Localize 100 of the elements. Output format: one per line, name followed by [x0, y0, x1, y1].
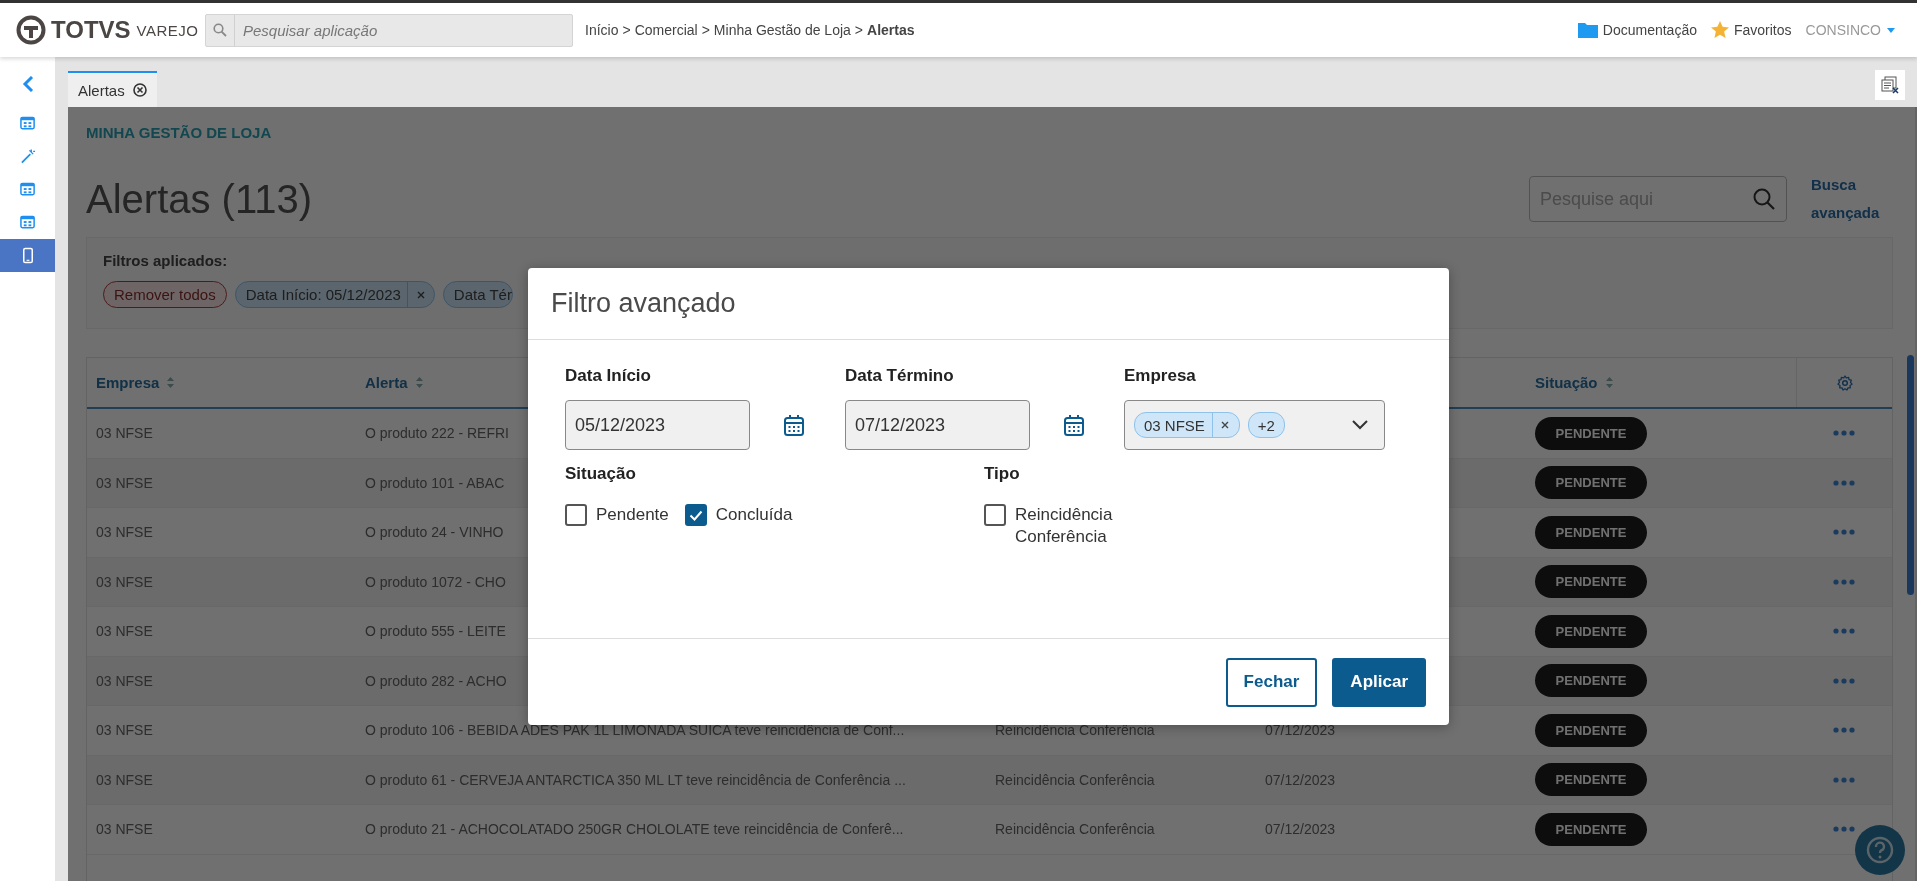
status-badge: PENDENTE [1535, 614, 1647, 648]
checkbox[interactable] [984, 504, 1006, 526]
field-label: Data Término [845, 366, 955, 387]
chevron-down-icon[interactable] [1352, 420, 1368, 430]
table-icon [19, 181, 36, 198]
wand-icon [19, 148, 36, 165]
checkbox-label: Pendente [596, 504, 669, 526]
field-label: Empresa [1124, 366, 1197, 387]
close-tabs-button[interactable] [1875, 70, 1905, 100]
folder-icon [1577, 22, 1598, 38]
field-label: Situação [565, 464, 637, 485]
search-icon[interactable] [1753, 188, 1775, 210]
selected-chip[interactable]: 03 NFSE [1134, 412, 1240, 438]
more-icon[interactable] [1833, 727, 1855, 734]
select-field[interactable]: 03 NFSE +2 [1124, 400, 1385, 450]
more-icon[interactable] [1833, 826, 1855, 833]
logo-icon [16, 15, 46, 45]
sidebar-item[interactable] [0, 239, 55, 272]
checkbox[interactable] [565, 504, 587, 526]
sort-icon[interactable] [415, 377, 423, 388]
table-cell: Reincidência Conferência [995, 821, 1155, 838]
table-cell: O produto 61 - CERVEJA ANTARCTICA 350 ML LT teve reincidência de Conferência ... [365, 771, 906, 788]
table-cell: 07/12/2023 [1265, 722, 1336, 739]
star-icon [1710, 21, 1729, 39]
section-heading: MINHA GESTÃO DE LOJA [86, 124, 273, 141]
windows-close-icon[interactable] [1881, 76, 1899, 94]
table-cell: O produto 106 - BEBIDA ADES PAK 1L LIMONADA SUICA teve reincidência de Conf... [365, 722, 905, 739]
table-cell: O produto 24 - VINHO [365, 524, 504, 541]
filters-label: Filtros aplicados: [103, 252, 229, 269]
page-title: Alertas (113) [86, 176, 313, 222]
more-icon[interactable] [1833, 430, 1855, 437]
sort-icon[interactable] [167, 377, 175, 388]
header-link[interactable]: Favoritos [1733, 22, 1792, 38]
check-icon [688, 509, 703, 521]
status-badge: PENDENTE [1535, 763, 1647, 797]
more-icon[interactable] [1833, 578, 1855, 585]
settings-icon[interactable] [1836, 374, 1853, 391]
field-label: Data Início [565, 366, 652, 387]
table-cell: 03 NFSE [96, 425, 153, 442]
table-cell: 07/12/2023 [1265, 821, 1336, 838]
sort-icon[interactable] [1605, 377, 1613, 388]
close-icon[interactable] [1219, 420, 1230, 430]
breadcrumb-separator: > [854, 22, 864, 38]
logo-text: TOTVS [51, 16, 131, 44]
status-badge: PENDENTE [1535, 515, 1647, 549]
breadcrumb-item[interactable]: Minha Gestão de Loja [713, 22, 851, 38]
date-field[interactable]: 05/12/2023 [565, 400, 750, 450]
header-link[interactable]: Documentação [1602, 22, 1697, 38]
breadcrumb-item[interactable]: Início [585, 22, 619, 38]
checkbox-label: Reincidência Conferência [1015, 504, 1114, 548]
chevron-left-icon[interactable] [21, 75, 34, 92]
checkbox[interactable] [684, 504, 707, 526]
search-icon [213, 23, 227, 37]
scrollbar-thumb[interactable] [1907, 355, 1914, 595]
table-cell: O produto 1072 - CHO [365, 573, 506, 590]
tab[interactable]: Alertas [68, 71, 157, 107]
table-icon [19, 115, 36, 132]
table-cell: 03 NFSE [96, 623, 153, 640]
more-icon[interactable] [1833, 776, 1855, 783]
table-cell: 03 NFSE [96, 672, 153, 689]
dialog-title: Filtro avançado [551, 288, 736, 319]
table-icon [19, 214, 36, 231]
breadcrumb-separator: > [622, 22, 631, 38]
table-cell: 03 NFSE [96, 821, 153, 838]
table-cell: 07/12/2023 [1265, 771, 1336, 788]
close-button[interactable]: Fechar [1225, 657, 1318, 707]
status-badge: PENDENTE [1535, 713, 1647, 747]
table-cell: O produto 21 - ACHOCOLATADO 250GR CHOLOLATE teve reincidência de Conferê... [365, 821, 904, 838]
table-cell: 03 NFSE [96, 722, 153, 739]
checkbox-label: Concluída [715, 504, 793, 526]
status-badge: PENDENTE [1535, 664, 1647, 698]
selected-chip[interactable]: +2 [1247, 412, 1285, 438]
table-cell: Reincidência Conferência [995, 771, 1155, 788]
logo-subtitle: VAREJO [136, 21, 199, 39]
more-icon[interactable] [1833, 628, 1855, 635]
table-cell: 03 NFSE [96, 573, 153, 590]
status-badge: PENDENTE [1535, 416, 1647, 450]
table-cell: 03 NFSE [96, 474, 153, 491]
date-field[interactable]: 07/12/2023 [845, 400, 1030, 450]
breadcrumb-item: Alertas [867, 22, 915, 38]
calendar-icon[interactable] [1063, 414, 1085, 436]
close-icon[interactable] [132, 83, 147, 97]
breadcrumb-item[interactable]: Comercial [634, 22, 698, 38]
more-icon[interactable] [1833, 529, 1855, 536]
caret-icon[interactable] [1887, 27, 1895, 33]
table-cell: O produto 222 - REFRI [365, 425, 509, 442]
table-cell: 03 NFSE [96, 771, 153, 788]
breadcrumb-separator: > [701, 22, 710, 38]
status-badge: PENDENTE [1535, 812, 1647, 846]
calendar-icon[interactable] [783, 414, 805, 436]
field-label: Tipo [984, 464, 1021, 485]
more-icon[interactable] [1833, 677, 1855, 684]
search-field[interactable]: Pesquisar aplicação [205, 13, 573, 47]
table-cell: Reincidência Conferência [995, 722, 1155, 739]
more-icon[interactable] [1833, 479, 1855, 486]
status-badge: PENDENTE [1535, 565, 1647, 599]
table-cell: 03 NFSE [96, 524, 153, 541]
status-badge: PENDENTE [1535, 466, 1647, 500]
apply-button[interactable]: Aplicar [1332, 657, 1426, 707]
question-icon [1865, 835, 1895, 865]
